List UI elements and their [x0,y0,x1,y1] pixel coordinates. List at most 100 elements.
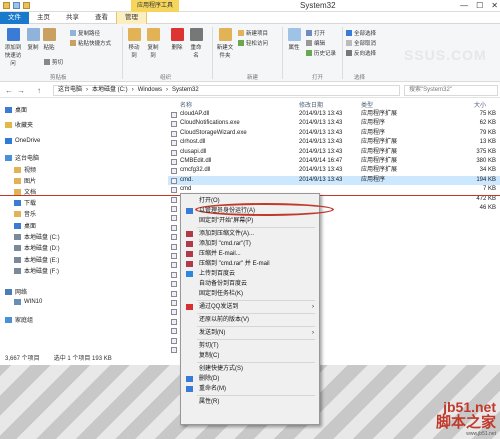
menu-item[interactable]: 以管理员身份运行(A) [181,206,319,216]
back-button[interactable]: ← [5,86,13,95]
paste-button[interactable]: 粘贴 [42,28,56,51]
breadcrumb-item[interactable]: System32 [172,86,199,95]
forward-button[interactable]: → [17,86,25,95]
cut-button[interactable]: 剪切 [44,58,63,66]
nav-item-label: OneDrive [15,137,41,144]
new-folder-icon[interactable] [23,2,30,9]
paste-shortcut-button[interactable]: 粘贴快捷方式 [70,39,111,47]
properties-icon[interactable] [13,2,20,9]
menu-item-label: 固定到任务栏(K) [199,291,243,297]
copy-path-button[interactable]: 复制路径 [70,29,100,37]
menu-item[interactable]: 上传到百度云 [181,269,319,279]
open-button[interactable]: 打开 [306,29,325,37]
paste-shortcut-icon [70,40,76,46]
nav-item[interactable]: OneDrive [0,135,165,146]
table-row[interactable]: CloudNotifications.exe 2014/9/13 13:43 应用程… [168,119,500,128]
select-all-button[interactable]: 全部选择 [346,29,376,37]
copy-to-button[interactable]: 复制到 [145,28,161,59]
nav-item[interactable]: 家庭组 [0,314,165,325]
file-date: 2014/9/13 13:43 [299,176,343,183]
up-button[interactable]: ↑ [37,86,41,95]
nav-item[interactable]: 视频 [0,164,165,175]
menu-item[interactable]: 添加到 "cmd.rar"(T) [181,239,319,249]
nav-item[interactable]: 桌面 [0,220,165,231]
search-input[interactable]: 搜索"System32" [404,85,498,96]
table-row[interactable]: clusapi.dll 2014/9/13 13:43 应用程序扩展 375 KB [168,148,500,157]
table-row[interactable]: cmd. 2014/9/13 13:43 应用程序 194 KB [168,175,500,186]
menu-item[interactable]: 压缩并 E-mail... [181,249,319,259]
delete-button[interactable]: 删除 [170,28,184,51]
nav-item[interactable]: 收藏夹 [0,119,165,130]
menu-separator [197,362,315,363]
nav-item[interactable]: 下载 [0,197,165,208]
menu-item[interactable]: 属性(R) [181,397,319,407]
folder-icon[interactable] [3,2,10,9]
select-none-button[interactable]: 全部取消 [346,39,376,47]
menu-item[interactable]: 自动备份到百度云 [181,279,319,289]
nav-item[interactable]: 本地磁盘 (E:) [0,254,165,265]
nav-item[interactable]: 这台电脑 [0,152,165,163]
nav-item-icon [14,210,21,217]
menu-item[interactable]: 发送到(N) › [181,328,319,338]
menu-item-label: 以管理员身份运行(A) [199,208,255,214]
menu-item[interactable]: 删除(D) [181,374,319,384]
menu-item[interactable]: 创建快捷方式(S) [181,364,319,374]
menu-item[interactable]: 剪切(T) [181,341,319,351]
tab-share[interactable]: 共享 [58,12,87,24]
table-row[interactable]: cloudAP.dll 2014/9/13 13:43 应用程序扩展 75 KB [168,110,500,119]
column-header-size[interactable]: 大小 [474,100,486,109]
file-size: 380 KB [476,158,496,164]
move-to-button[interactable]: 移动到 [126,28,142,59]
properties-icon [287,28,301,41]
breadcrumb[interactable]: 这台电脑 › 本地磁盘 (C:) › Windows › System32 [53,85,400,96]
invert-selection-button[interactable]: 反向选择 [346,49,376,57]
column-header-name[interactable]: 名称 [180,100,192,109]
nav-item[interactable]: 桌面 [0,104,165,115]
menu-item[interactable]: 固定到"开始"屏幕(P) [181,216,319,226]
nav-item[interactable]: 本地磁盘 (C:) [0,231,165,242]
copy-path-label: 复制路径 [78,31,101,37]
table-row[interactable]: CMBEdit.dll 2014/9/14 16:47 应用程序扩展 380 KB [168,157,500,166]
nav-item[interactable]: 本地磁盘 (D:) [0,242,165,253]
edit-button[interactable]: 编辑 [306,39,325,47]
maximize-button[interactable]: ☐ [476,1,483,10]
scissors-icon [44,59,50,65]
nav-item[interactable]: 图片 [0,175,165,186]
menu-item[interactable]: 固定到任务栏(K) [181,289,319,299]
menu-item[interactable]: 添加到压缩文件(A)... [181,229,319,239]
rename-button[interactable]: 重命名 [188,28,204,59]
menu-item[interactable]: 还原以前的版本(V) [181,315,319,325]
table-row[interactable]: clrhost.dll 2014/9/13 13:43 应用程序扩展 13 KB [168,138,500,147]
minimize-button[interactable]: — [460,1,468,10]
menu-item[interactable]: 通过QQ发送到 › [181,302,319,312]
breadcrumb-item[interactable]: Windows [138,86,162,95]
rename-icon [189,28,203,41]
pin-quick-access-button[interactable]: 添加到快速访问 [3,28,23,67]
nav-item[interactable]: 音乐 [0,208,165,219]
column-header-type[interactable]: 类型 [361,100,373,109]
new-folder-button[interactable]: 新建文件夹 [216,28,234,59]
nav-item-icon [5,137,12,144]
menu-item[interactable]: 复制(C) [181,351,319,361]
table-row[interactable]: cmcfg32.dll 2014/9/13 13:43 应用程序扩展 34 KB [168,166,500,175]
copy-button[interactable]: 复制 [26,28,40,51]
table-row[interactable]: CloudStorageWizard.exe 2014/9/13 13:43 应用程… [168,129,500,138]
file-size: 46 KB [479,205,496,211]
nav-item[interactable]: WIN10 [0,296,165,307]
nav-item[interactable]: 本地磁盘 (F:) [0,265,165,276]
column-header-date[interactable]: 修改日期 [299,100,323,109]
breadcrumb-item[interactable]: 这台电脑 [58,86,82,95]
new-item-button[interactable]: 新建项目 [238,29,268,37]
close-button[interactable]: ✕ [491,1,498,10]
menu-item[interactable]: 压缩到 "cmd.rar" 并 E-mail [181,259,319,269]
menu-item[interactable]: 打开(O) [181,196,319,206]
tab-view[interactable]: 查看 [87,12,116,24]
tab-home[interactable]: 主页 [29,12,58,24]
easy-access-button[interactable]: 轻松访问 [238,39,268,47]
properties-button[interactable]: 属性 [287,28,301,51]
tab-manage[interactable]: 管理 [116,12,147,24]
history-button[interactable]: 历史记录 [306,49,336,57]
tab-file[interactable]: 文件 [0,12,29,24]
breadcrumb-item[interactable]: 本地磁盘 (C:) [92,86,128,95]
menu-item[interactable]: 重命名(M) [181,384,319,394]
